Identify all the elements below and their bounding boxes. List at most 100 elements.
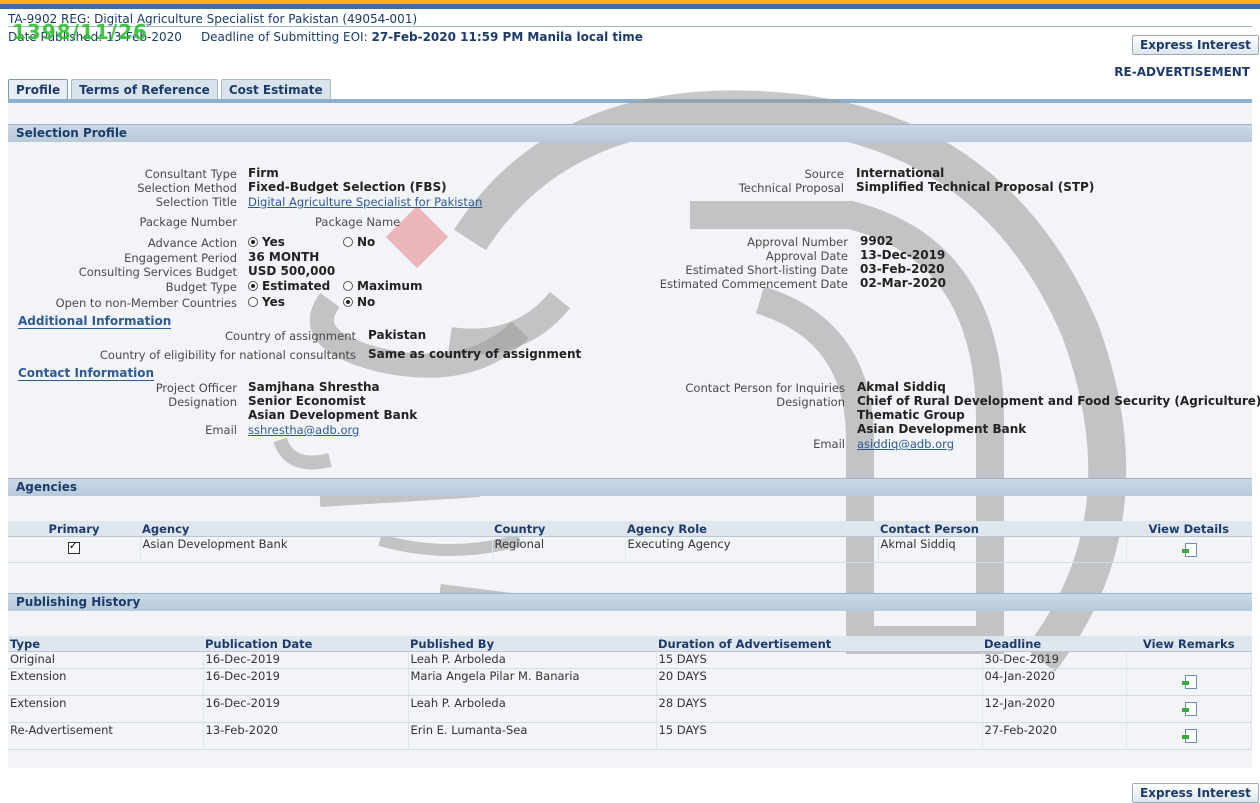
top-accent-stripe [0, 0, 1260, 4]
consultant-type-label: Consultant Type [144, 167, 237, 181]
eligibility: Same as country of assignment [368, 347, 582, 361]
budget-type-maximum[interactable]: Maximum [343, 279, 422, 293]
primary-checkbox[interactable] [67, 539, 80, 554]
email-label: Email [205, 423, 237, 437]
budget-label: Consulting Services Budget [78, 265, 237, 279]
express-interest-button[interactable]: Express Interest [1132, 35, 1259, 55]
remarks-cell [1126, 695, 1252, 723]
col-view-details: View Details [1126, 521, 1252, 537]
contact-designation: Chief of Rural Development and Food Secu… [857, 394, 1260, 408]
published-by-cell: Erin E. Lumanta-Sea [408, 722, 657, 750]
budget-type-estimated[interactable]: Estimated [248, 279, 330, 293]
maximum-label: Maximum [357, 279, 423, 293]
col-published-by: Published By [408, 636, 656, 652]
project-officer-label: Project Officer [155, 381, 237, 395]
section-title: Agencies [16, 480, 78, 494]
project-officer: Samjhana Shrestha [248, 380, 380, 394]
view-remarks-icon[interactable] [1181, 729, 1197, 743]
deadline-cell: 30-Dec-2019 [982, 651, 1127, 669]
publishing-history-table: Type Publication Date Published By Durat… [8, 636, 1252, 750]
date-cell: 16-Dec-2019 [203, 651, 409, 669]
country-cell: Regional [492, 536, 626, 563]
col-contact-person: Contact Person [878, 521, 1126, 537]
commencement-label: Estimated Commencement Date [659, 277, 848, 291]
tech-proposal: Simplified Technical Proposal (STP) [856, 180, 1095, 194]
engagement-period-label: Engagement Period [124, 251, 237, 265]
contact-email-label: Email [813, 437, 845, 451]
duration-cell: 15 DAYS [656, 722, 983, 750]
estimated-label: Estimated [262, 279, 331, 293]
table-row: Asian Development Bank Regional Executin… [8, 536, 1252, 563]
published-by-cell: Maria Angela Pilar M. Banaria [408, 668, 657, 696]
country-assignment-label: Country of assignment [225, 329, 356, 343]
non-member-no[interactable]: No [343, 295, 375, 309]
non-member-no-label: No [357, 295, 376, 309]
view-remarks-icon[interactable] [1181, 702, 1197, 716]
view-details-icon[interactable] [1181, 543, 1197, 557]
budget: USD 500,000 [248, 264, 336, 278]
agencies-table: Primary Agency Country Agency Role Conta… [8, 521, 1252, 563]
advance-action-yes[interactable]: Yes [248, 235, 285, 249]
consultant-type: Firm [248, 166, 279, 180]
type-cell: Extension [8, 695, 204, 723]
view-details-cell [1126, 536, 1252, 563]
col-deadline: Deadline [982, 636, 1126, 652]
date-cell: 16-Dec-2019 [203, 695, 409, 723]
table-row: Extension 16-Dec-2019 Leah P. Arboleda 2… [8, 695, 1252, 723]
radio-icon [343, 280, 353, 291]
type-cell: Re-Advertisement [8, 722, 204, 750]
radio-selected-icon [248, 280, 258, 291]
contact-designation-label: Designation [776, 395, 845, 409]
section-agencies: Agencies [8, 478, 1252, 496]
deadline-cell: 12-Jan-2020 [982, 695, 1127, 723]
table-row: Extension 16-Dec-2019 Maria Angela Pilar… [8, 668, 1252, 696]
col-publication-date: Publication Date [203, 636, 408, 652]
selection-title-link[interactable]: Digital Agriculture Specialist for Pakis… [248, 195, 482, 209]
readvertisement-label: RE-ADVERTISEMENT [1114, 65, 1250, 79]
contact-organization: Asian Development Bank [857, 422, 1027, 436]
advance-action-no[interactable]: No [343, 235, 375, 249]
role-cell: Executing Agency [625, 536, 879, 563]
section-title: Publishing History [16, 595, 141, 609]
additional-information-link[interactable]: Additional Information [18, 314, 172, 329]
non-member-yes[interactable]: Yes [248, 295, 285, 309]
source-label: Source [804, 167, 845, 181]
col-agency-role: Agency Role [625, 521, 878, 537]
email-link[interactable]: sshrestha@adb.org [248, 423, 359, 437]
section-selection-profile: Selection Profile [8, 124, 1252, 142]
tab-bar: Profile Terms of Reference Cost Estimate [8, 79, 334, 100]
tab-terms-of-reference[interactable]: Terms of Reference [71, 79, 218, 100]
country-assignment: Pakistan [368, 328, 427, 342]
table-row: Re-Advertisement 13-Feb-2020 Erin E. Lum… [8, 722, 1252, 750]
contact-information-link[interactable]: Contact Information [18, 366, 155, 381]
section-title: Selection Profile [16, 126, 128, 140]
organization: Asian Development Bank [248, 408, 418, 422]
deadline-cell: 04-Jan-2020 [982, 668, 1127, 696]
engagement-period: 36 MONTH [248, 250, 320, 264]
selection-title-label: Selection Title [155, 195, 237, 209]
non-member-label: Open to non-Member Countries [55, 296, 237, 310]
footer-express-interest-button[interactable]: Express Interest [1132, 783, 1259, 803]
table-row: Original 16-Dec-2019 Leah P. Arboleda 15… [8, 651, 1252, 669]
tech-proposal-label: Technical Proposal [738, 181, 844, 195]
agency-cell: Asian Development Bank [140, 536, 493, 563]
approval-date-label: Approval Date [765, 249, 848, 263]
col-agency: Agency [140, 521, 492, 537]
table-header-row: Type Publication Date Published By Durat… [8, 636, 1252, 652]
radio-icon [248, 296, 258, 307]
package-name-label: Package Name [315, 215, 401, 229]
tab-profile[interactable]: Profile [8, 79, 69, 100]
section-publishing-history: Publishing History [8, 593, 1252, 611]
view-remarks-icon[interactable] [1181, 675, 1197, 689]
radio-selected-icon [248, 236, 258, 247]
contact-email-link[interactable]: asiddiq@adb.org [857, 437, 954, 451]
designation-label: Designation [168, 395, 237, 409]
col-duration: Duration of Advertisement [656, 636, 982, 652]
deadline-value: 27-Feb-2020 11:59 PM Manila local time [371, 30, 643, 44]
primary-cell [8, 536, 141, 563]
deadline-cell: 27-Feb-2020 [982, 722, 1127, 750]
tab-cost-estimate[interactable]: Cost Estimate [220, 79, 331, 100]
advance-no-label: No [357, 235, 376, 249]
package-number-label: Package Number [139, 215, 237, 229]
shortlisting-date: 03-Feb-2020 [860, 262, 945, 276]
